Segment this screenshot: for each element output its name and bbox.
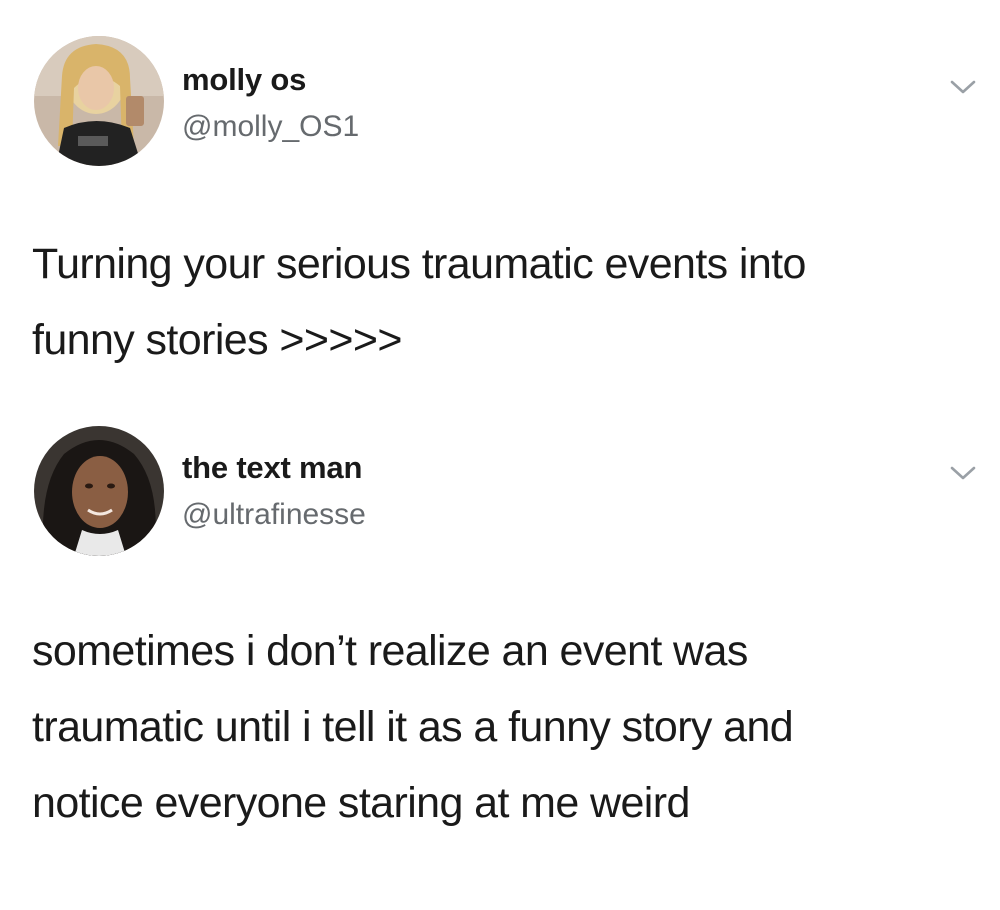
avatar-photo [34, 36, 164, 166]
tweet-card: molly os @molly_OS1 Turning your serious… [0, 0, 1000, 410]
user-handle[interactable]: @molly_OS1 [182, 110, 359, 144]
chevron-down-icon[interactable] [946, 462, 980, 484]
chevron-down-icon[interactable] [946, 76, 980, 98]
tweet-text: Turning your serious traumatic events in… [32, 240, 806, 364]
display-name[interactable]: the text man [182, 450, 362, 486]
avatar-photo [34, 426, 164, 556]
tweet-card: the text man @ultrafinesse sometimes i d… [0, 410, 1000, 910]
display-name[interactable]: molly os [182, 62, 306, 98]
tweet-text: sometimes i don’t realize an event was t… [32, 627, 794, 827]
avatar[interactable] [34, 426, 164, 556]
avatar[interactable] [34, 36, 164, 166]
user-handle[interactable]: @ultrafinesse [182, 498, 366, 532]
